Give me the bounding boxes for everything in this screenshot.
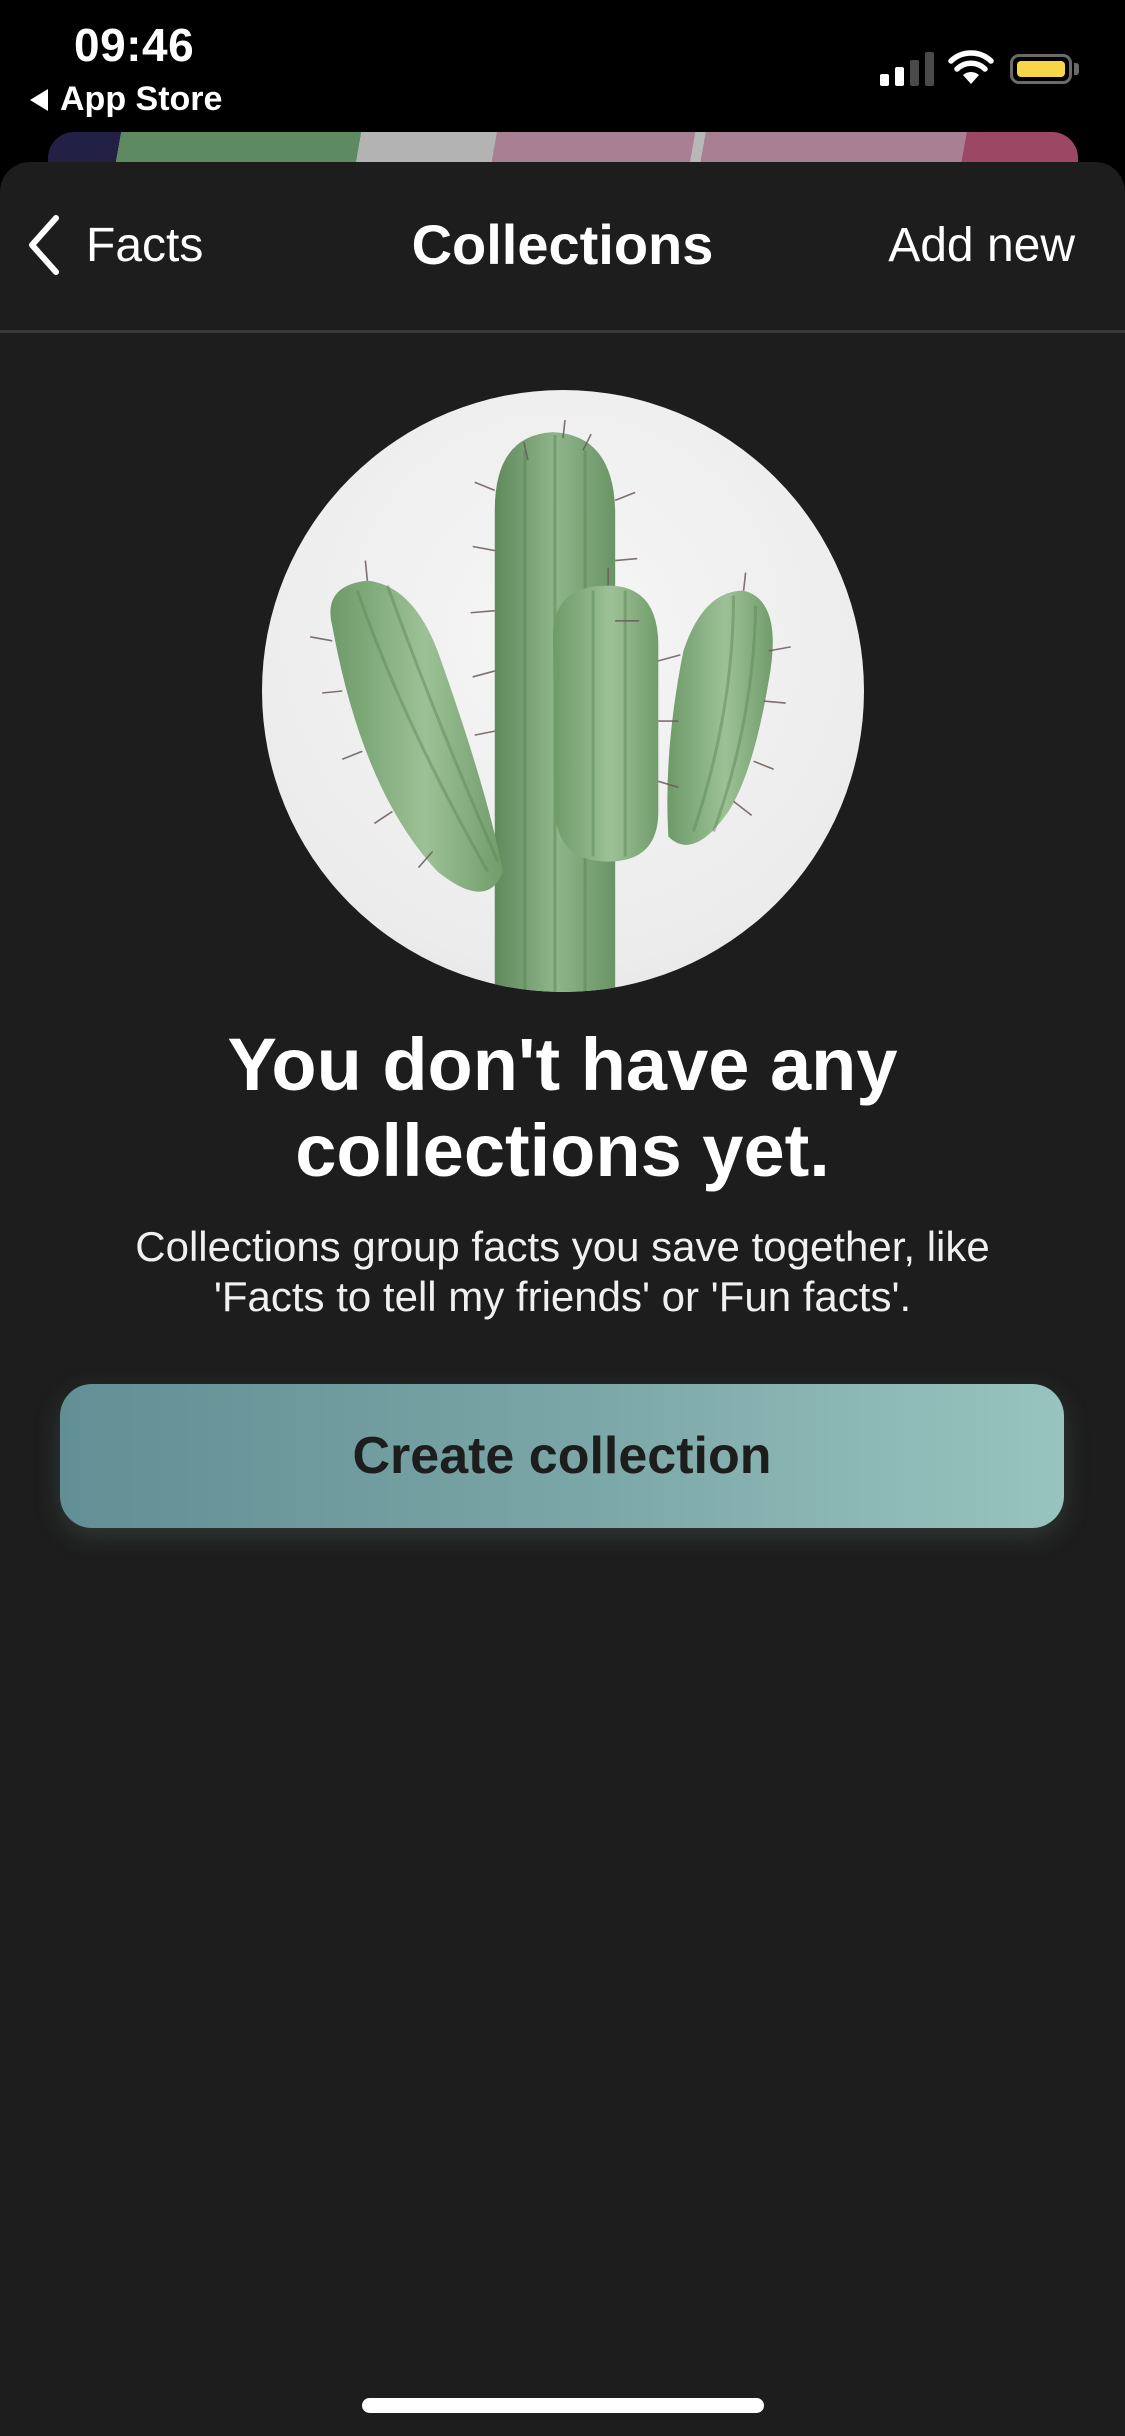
add-new-button[interactable]: Add new: [888, 218, 1075, 273]
battery-cap: [1074, 63, 1079, 75]
cactus-image: [262, 390, 864, 992]
nav-divider: [0, 330, 1125, 333]
collections-sheet: Facts Collections Add new You don't have…: [0, 162, 1125, 2436]
wifi-icon: [948, 50, 994, 84]
signal-bar: [880, 74, 889, 86]
battery-level: [1017, 61, 1065, 77]
back-to-app-store[interactable]: App Store: [30, 80, 222, 119]
battery-icon: [1010, 54, 1072, 84]
empty-state-description-line1: Collections group facts you save togethe…: [135, 1223, 990, 1270]
empty-state-description: Collections group facts you save togethe…: [60, 1222, 1065, 1322]
back-triangle-icon: [30, 88, 48, 111]
status-time: 09:46: [74, 19, 195, 71]
home-indicator[interactable]: [362, 2398, 764, 2413]
cellular-signal-icon: [880, 52, 934, 86]
empty-state-title: You don't have any collections yet.: [60, 1022, 1065, 1194]
empty-state-title-line2: collections yet.: [295, 1109, 830, 1192]
empty-state-title-line1: You don't have any: [227, 1023, 898, 1106]
create-collection-button[interactable]: Create collection: [60, 1384, 1064, 1528]
signal-bar: [925, 52, 934, 86]
empty-state-description-line2: 'Facts to tell my friends' or 'Fun facts…: [213, 1273, 912, 1320]
signal-bar: [910, 60, 919, 86]
cactus-illustration: [310, 420, 791, 992]
navigation-bar: Facts Collections Add new: [0, 162, 1125, 330]
signal-bar: [895, 67, 904, 86]
back-app-label: App Store: [60, 80, 223, 118]
